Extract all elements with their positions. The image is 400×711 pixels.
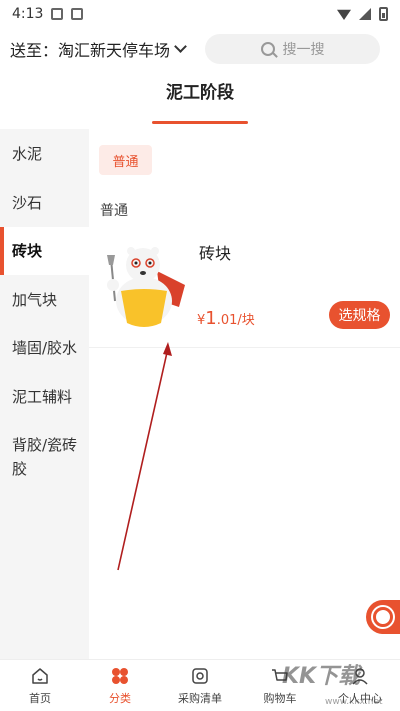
sidebar-item-aerated-block[interactable]: 加气块	[0, 288, 89, 312]
product-price: ¥1.01/块	[197, 308, 255, 329]
select-spec-button[interactable]: 选规格	[329, 301, 390, 329]
tab-purchase-list-label: 采购清单	[178, 691, 222, 705]
wifi-icon	[337, 9, 351, 20]
tab-category-label: 分类	[109, 691, 131, 705]
deliver-prefix: 送至：	[10, 41, 59, 60]
product-list: 普通 普通 砖块 ¥1.01/块 选规格	[89, 129, 400, 659]
signal-icon	[359, 8, 371, 20]
customer-service-button[interactable]	[366, 600, 400, 634]
sidebar-item-brick[interactable]: 砖块	[0, 227, 89, 275]
list-icon	[192, 667, 208, 684]
tab-purchase-list[interactable]: 采购清单	[160, 660, 240, 711]
search-input[interactable]: 搜一搜	[205, 34, 380, 64]
section-label: 普通	[100, 203, 128, 219]
status-time: 4:13	[12, 6, 44, 22]
cart-icon	[272, 668, 288, 681]
divider	[89, 347, 400, 348]
chevron-down-icon	[174, 40, 187, 53]
headset-icon	[373, 607, 393, 627]
tab-cart[interactable]: 购物车	[240, 660, 320, 711]
price-integer: 1	[205, 308, 217, 329]
tab-home[interactable]: 首页	[0, 660, 80, 711]
tab-cart-label: 购物车	[263, 691, 297, 705]
sidebar-item-tile-adhesive[interactable]: 背胶/瓷砖胶	[0, 433, 85, 481]
tab-profile-label: 个人中心	[338, 691, 382, 705]
search-placeholder: 搜一搜	[282, 42, 325, 58]
tab-stage-indicator	[152, 121, 248, 124]
tab-stage[interactable]: 泥工阶段	[0, 78, 400, 103]
top-bar: 送至： 淘汇新天停车场 搜一搜	[0, 28, 400, 70]
home-icon	[32, 667, 48, 684]
gallery-icon	[51, 8, 64, 20]
category-sidebar: 水泥 沙石 砖块 加气块 墙固/胶水 泥工辅料 背胶/瓷砖胶	[0, 129, 89, 659]
location-selector[interactable]: 送至： 淘汇新天停车场	[10, 37, 187, 61]
category-icon	[112, 667, 128, 684]
product-image-mascot[interactable]	[99, 241, 189, 331]
sidebar-item-cement[interactable]: 水泥	[0, 142, 89, 166]
tab-profile[interactable]: 个人中心	[320, 660, 400, 711]
price-unit: .01/块	[216, 313, 255, 328]
notification-icon	[71, 8, 84, 20]
user-icon	[352, 667, 368, 685]
tab-category[interactable]: 分类	[80, 660, 160, 711]
bottom-tab-bar: 首页 分类 采购清单 购物车 个人中心	[0, 659, 400, 711]
sidebar-item-wall-glue[interactable]: 墙固/胶水	[0, 336, 89, 360]
status-bar: 4:13	[0, 0, 400, 28]
tab-home-label: 首页	[29, 691, 51, 705]
search-icon	[260, 42, 275, 56]
product-name[interactable]: 砖块	[199, 240, 231, 264]
sidebar-item-masonry-accessories[interactable]: 泥工辅料	[0, 385, 89, 409]
sidebar-item-sand-stone[interactable]: 沙石	[0, 191, 89, 215]
location-name: 淘汇新天停车场	[58, 41, 171, 60]
battery-icon	[379, 7, 388, 21]
filter-chip-normal[interactable]: 普通	[99, 145, 152, 175]
